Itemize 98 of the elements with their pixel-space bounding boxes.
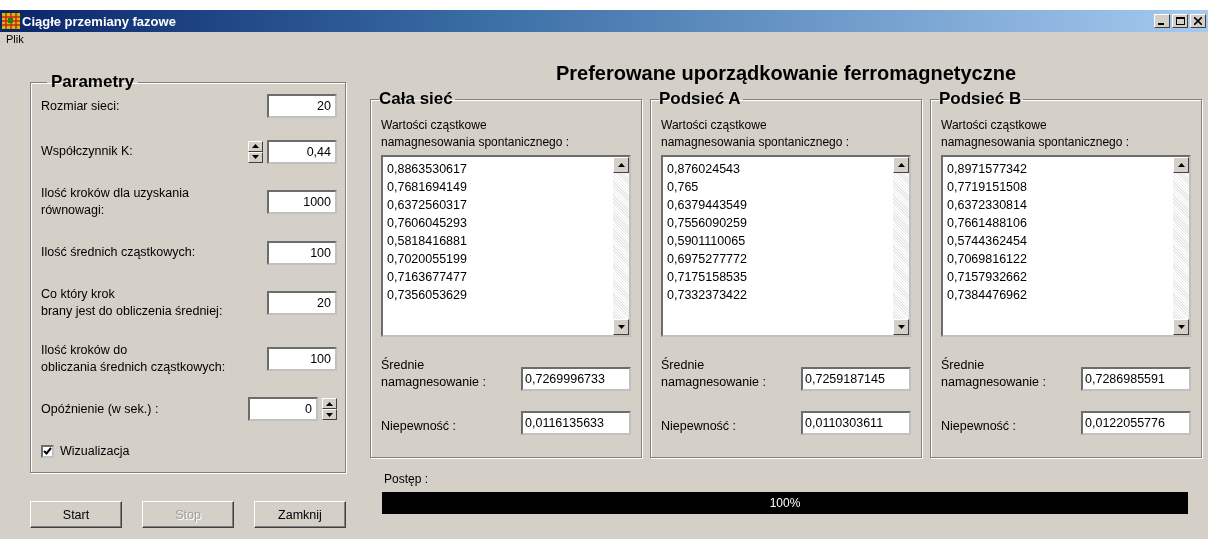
spin-up-button[interactable] (248, 140, 263, 152)
result-field[interactable]: 0,7259187145 (801, 367, 911, 391)
close-icon (1194, 17, 1202, 25)
up-arrow-icon (252, 144, 259, 149)
field-label: Niepewność : (661, 418, 737, 435)
field-label: Co który krok brany jest do obliczenia średniej: (41, 286, 223, 321)
scroll-down-button[interactable] (613, 319, 629, 335)
result-field[interactable]: 0,7286985591 (1081, 367, 1191, 391)
list-item[interactable]: 0,6372560317 (387, 196, 609, 214)
field-label: Rozmiar sieci: (41, 97, 120, 115)
input-field[interactable]: 100 (267, 346, 337, 371)
scroll-up-button[interactable] (893, 157, 909, 173)
panel-title: Podsieć B (939, 89, 1023, 109)
list-item[interactable]: 0,6379443549 (667, 196, 889, 214)
checkbox[interactable] (41, 444, 54, 458)
input-field[interactable]: 1000 (267, 190, 337, 215)
list-item[interactable]: 0,5901110065 (667, 232, 889, 250)
up-arrow-icon (326, 401, 333, 406)
list-item[interactable]: 0,5744362454 (947, 232, 1169, 250)
list-item[interactable]: 0,765 (667, 178, 889, 196)
checkbox-label: Wizualizacja (60, 442, 130, 460)
window-title: Ciągłe przemiany fazowe (22, 13, 177, 29)
field-label: Ilość kroków do obliczania średnich cząstkowych: (41, 341, 226, 376)
list-item[interactable]: 0,8863530617 (387, 160, 609, 178)
minimize-button[interactable] (1154, 14, 1170, 28)
close-button[interactable] (1190, 14, 1206, 28)
list-item[interactable]: 0,7020055199 (387, 250, 609, 268)
list-item[interactable]: 0,8971577342 (947, 160, 1169, 178)
values-list[interactable]: 0,8971577342 0,7719151508 0,6372330814 0,7661488106 0,5744362454 0,7069816122 0,7157932662 0,7384476962 (941, 155, 1191, 337)
panel-title: Podsieć A (659, 89, 742, 109)
spin-down-button[interactable] (322, 409, 337, 421)
field-label: Ilość średnich cząstkowych: (41, 244, 196, 262)
values-list[interactable]: 0,8863530617 0,7681694149 0,6372560317 0,7606045293 0,5818416881 0,7020055199 0,7163677477 0,7356053629 (381, 155, 631, 337)
maximize-icon (1175, 17, 1185, 25)
list-item[interactable]: 0,7719151508 (947, 178, 1169, 196)
progress-label: Postęp : (384, 472, 430, 486)
list-item[interactable]: 0,6975277772 (667, 250, 889, 268)
spin-down-button[interactable] (248, 151, 263, 163)
field-label: Niepewność : (381, 418, 457, 435)
list-item[interactable]: 0,7661488106 (947, 214, 1169, 232)
spin-up-button[interactable] (322, 398, 337, 410)
result-field[interactable]: 0,0110303611 (801, 411, 911, 435)
input-field[interactable]: 100 (267, 240, 337, 265)
list-item[interactable]: 0,7606045293 (387, 214, 609, 232)
list-label: Wartości cząstkowe namagnesowania spontanicznego : (661, 117, 851, 151)
list-item[interactable]: 0,5818416881 (387, 232, 609, 250)
list-item[interactable]: 0,7384476962 (947, 286, 1169, 304)
input-field[interactable]: 20 (267, 291, 337, 316)
main-heading: Preferowane uporządkowanie ferromagnetyczne (554, 62, 1018, 85)
scroll-down-button[interactable] (1173, 319, 1189, 335)
down-arrow-icon (1177, 325, 1185, 329)
scroll-down-button[interactable] (893, 319, 909, 335)
list-item[interactable]: 0,7157932662 (947, 268, 1169, 286)
input-field[interactable]: 0 (248, 397, 318, 422)
group-title: Parametry (50, 72, 136, 92)
input-field[interactable]: 0,44 (267, 139, 337, 164)
scrollbar[interactable] (1173, 157, 1189, 335)
up-arrow-icon (617, 163, 625, 167)
scrollbar[interactable] (893, 157, 909, 335)
down-arrow-icon (617, 325, 625, 329)
list-item[interactable]: 0,7069816122 (947, 250, 1169, 268)
result-field[interactable]: 0,0116135633 (521, 411, 631, 435)
field-label: Średnie namagnesowanie : (381, 357, 486, 391)
action-button[interactable]: Zamknij (254, 501, 346, 528)
field-label: Opóźnienie (w sek.) : (41, 400, 159, 418)
list-item[interactable]: 0,7556090259 (667, 214, 889, 232)
list-item[interactable]: 0,7681694149 (387, 178, 609, 196)
list-item[interactable]: 0,876024543 (667, 160, 889, 178)
down-arrow-icon (252, 155, 259, 160)
field-label: Ilość kroków dla uzyskania równowagi: (41, 185, 189, 220)
list-item[interactable]: 0,7356053629 (387, 286, 609, 304)
scroll-up-button[interactable] (613, 157, 629, 173)
result-field[interactable]: 0,0122055776 (1081, 411, 1191, 435)
field-label: Współczynnik K: (41, 143, 133, 161)
down-arrow-icon (897, 325, 905, 329)
up-arrow-icon (1177, 163, 1185, 167)
values-list[interactable]: 0,876024543 0,765 0,6379443549 0,7556090259 0,5901110065 0,6975277772 0,7175158535 0,7332373422 (661, 155, 911, 337)
panel-title: Cała sieć (379, 89, 454, 109)
progress-text: 100% (769, 496, 801, 510)
up-arrow-icon (897, 163, 905, 167)
result-field[interactable]: 0,7269996733 (521, 367, 631, 391)
list-item[interactable]: 0,7332373422 (667, 286, 889, 304)
app-icon (2, 13, 20, 29)
list-item[interactable]: 0,7175158535 (667, 268, 889, 286)
scrollbar[interactable] (613, 157, 629, 335)
field-label: Średnie namagnesowanie : (941, 357, 1046, 391)
list-item[interactable]: 0,6372330814 (947, 196, 1169, 214)
input-field[interactable]: 20 (267, 94, 337, 118)
list-label: Wartości cząstkowe namagnesowania spontanicznego : (941, 117, 1131, 151)
menu-item[interactable]: Plik (6, 33, 24, 45)
action-button[interactable]: Start (30, 501, 122, 528)
maximize-button[interactable] (1172, 14, 1188, 28)
list-item[interactable]: 0,7163677477 (387, 268, 609, 286)
down-arrow-icon (326, 412, 333, 417)
field-label: Niepewność : (941, 418, 1017, 435)
scroll-up-button[interactable] (1173, 157, 1189, 173)
list-label: Wartości cząstkowe namagnesowania spontanicznego : (381, 117, 571, 151)
field-label: Średnie namagnesowanie : (661, 357, 766, 391)
